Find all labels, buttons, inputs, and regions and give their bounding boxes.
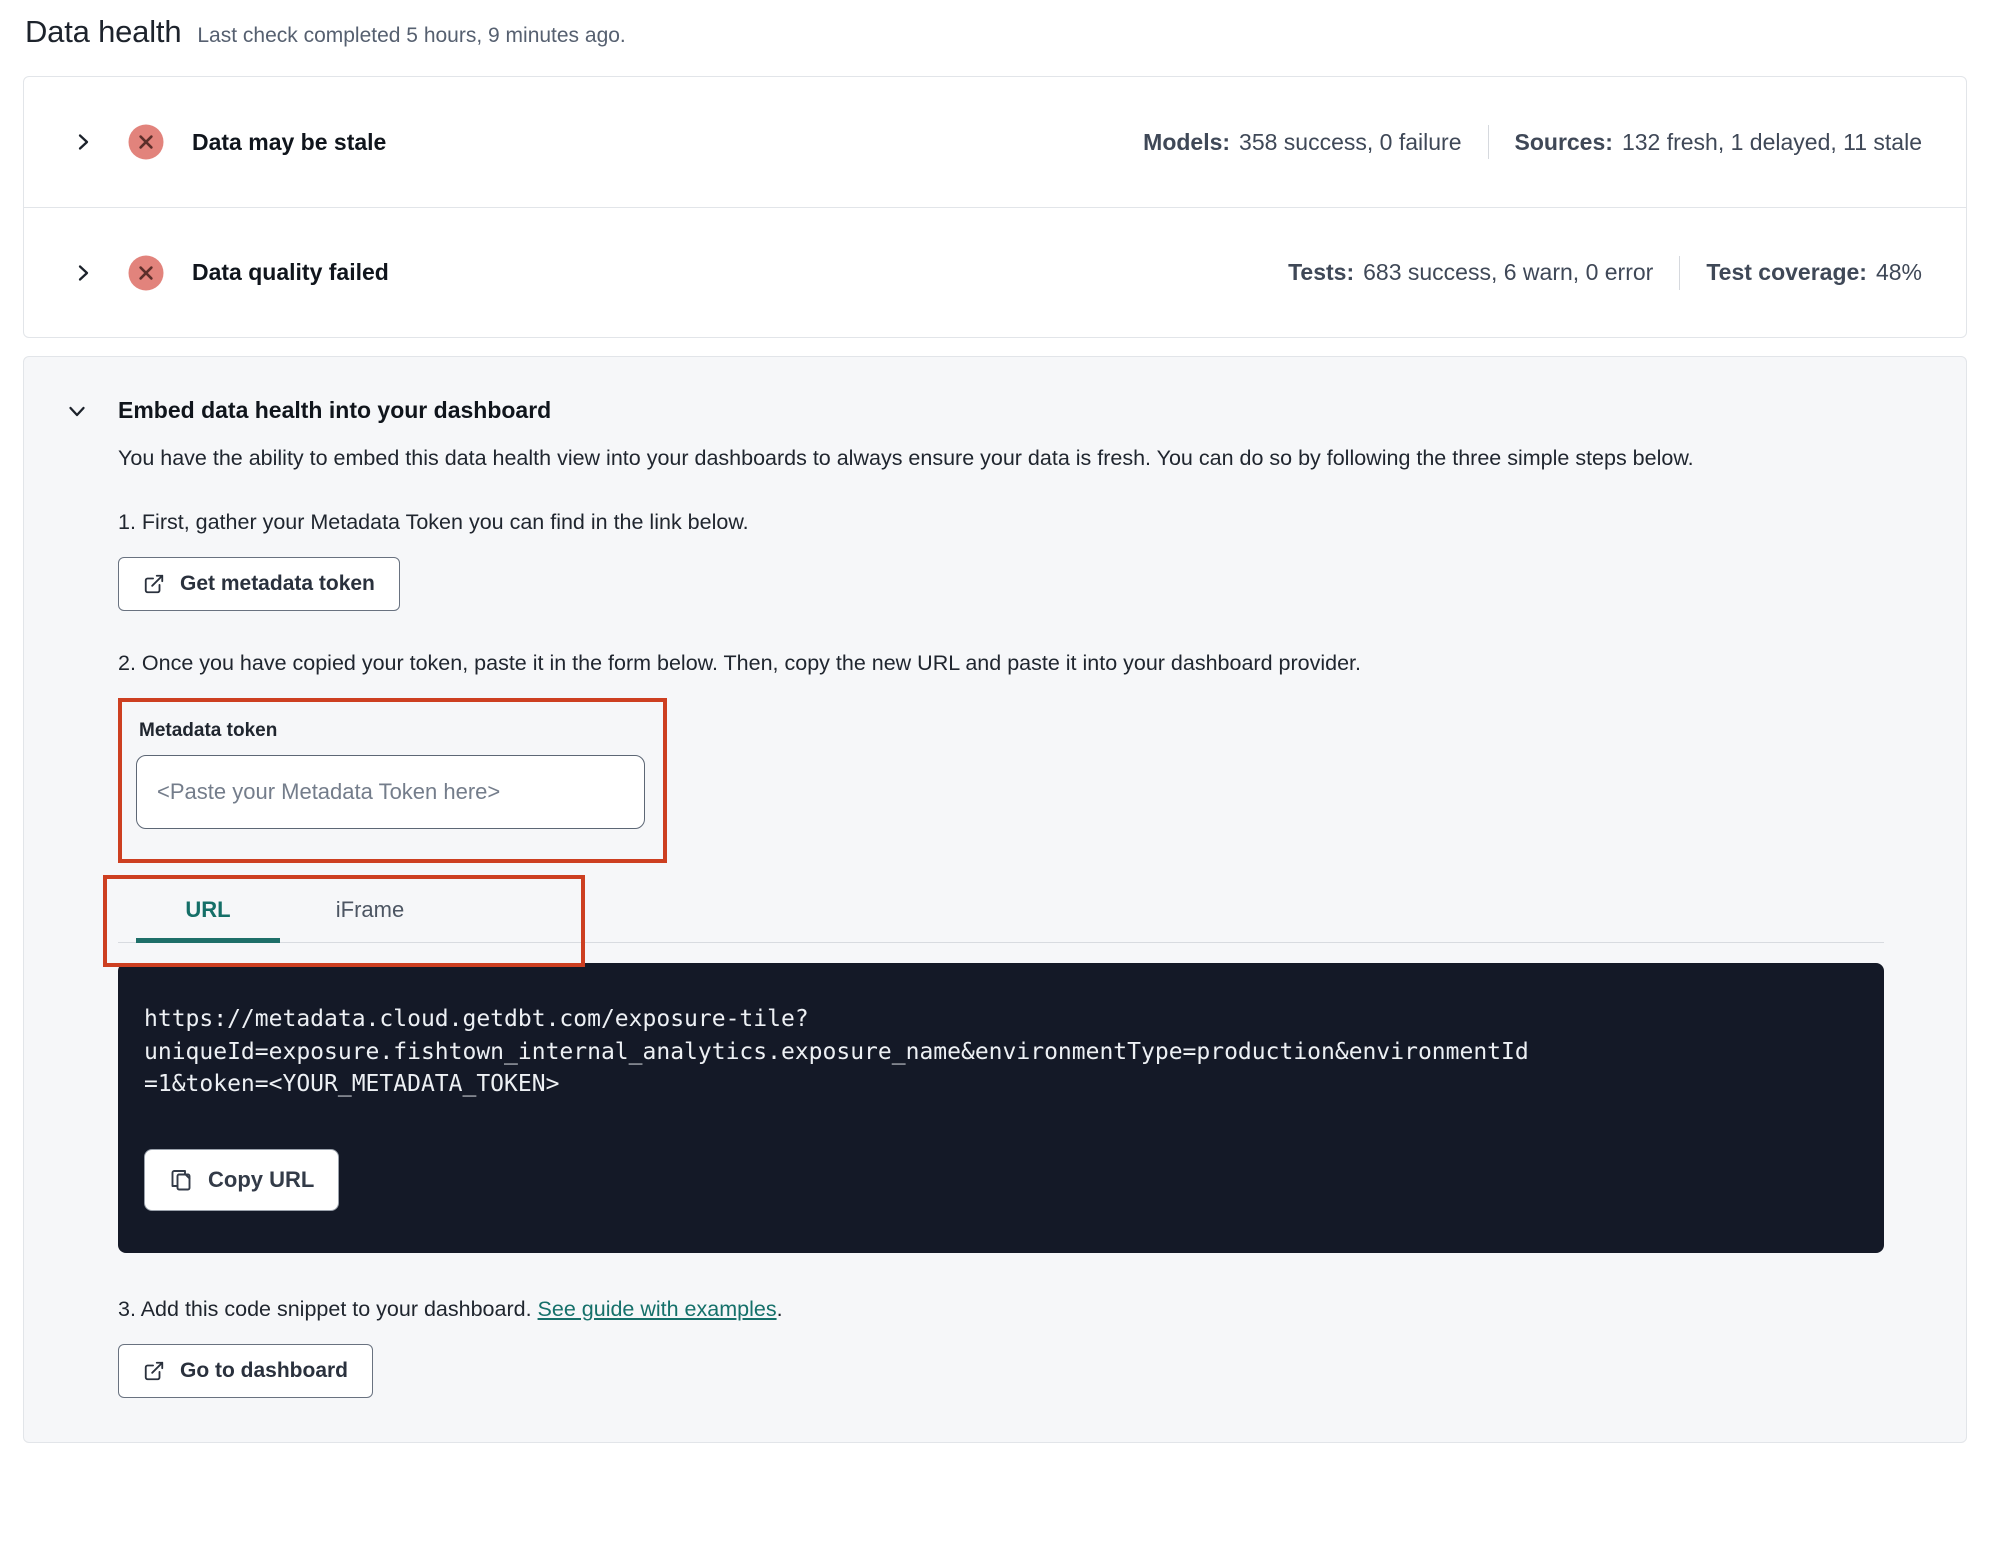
page-title: Data health [25, 14, 182, 49]
step3-text-before: 3. Add this code snippet to your dashboa… [118, 1296, 538, 1321]
tab-iframe[interactable]: iFrame [298, 891, 442, 942]
stat-value: 48% [1875, 259, 1922, 285]
stat-label: Sources: [1514, 128, 1613, 155]
status-row-quality[interactable]: Data quality failed Tests: 683 success, … [24, 207, 1966, 337]
embed-url-code-block: https://metadata.cloud.getdbt.com/exposu… [118, 963, 1884, 1253]
embed-section-title: Embed data health into your dashboard [118, 397, 552, 423]
metadata-token-input[interactable] [136, 755, 645, 829]
step2-text: 2. Once you have copied your token, past… [118, 651, 1361, 675]
status-row-stats: Tests: 683 success, 6 warn, 0 error Test… [1288, 255, 1922, 290]
error-status-icon [128, 124, 164, 160]
output-format-tabs-wrap: URL iFrame [103, 875, 1884, 967]
embed-section: Embed data health into your dashboard Yo… [23, 356, 1967, 1443]
data-health-page: Data health Last check completed 5 hours… [0, 0, 1990, 1443]
button-label: Copy URL [208, 1166, 315, 1192]
last-check-text: Last check completed 5 hours, 9 minutes … [197, 24, 626, 47]
page-header: Data health Last check completed 5 hours… [23, 14, 1967, 50]
status-card: Data may be stale Models: 358 success, 0… [23, 76, 1967, 338]
metadata-token-label: Metadata token [139, 720, 278, 741]
stat-divider [1487, 125, 1489, 159]
status-row-stats: Models: 358 success, 0 failure Sources: … [1143, 125, 1922, 159]
button-label: Get metadata token [180, 572, 375, 595]
embed-section-header[interactable]: Embed data health into your dashboard [66, 397, 1884, 424]
step1-text: 1. First, gather your Metadata Token you… [118, 510, 749, 534]
status-row-title: Data quality failed [192, 259, 389, 285]
stat-value: 132 fresh, 1 delayed, 11 stale [1621, 128, 1922, 155]
copy-url-button[interactable]: Copy URL [144, 1148, 340, 1211]
embed-url-text: uniqueId=exposure.fishtown_internal_anal… [144, 1038, 1529, 1065]
embed-url-text: =1&token=<YOUR_METADATA_TOKEN> [144, 1071, 560, 1097]
stat-label: Models: [1143, 128, 1231, 155]
chevron-right-icon[interactable] [72, 262, 94, 284]
go-to-dashboard-button[interactable]: Go to dashboard [118, 1343, 373, 1398]
stat-value: 683 success, 6 warn, 0 error [1363, 259, 1654, 285]
stat-value: 358 success, 0 failure [1239, 128, 1462, 155]
stat-label: Test coverage: [1706, 259, 1867, 285]
get-metadata-token-button[interactable]: Get metadata token [118, 557, 400, 611]
error-status-icon [128, 255, 164, 291]
stat-divider [1679, 255, 1681, 290]
chevron-down-icon[interactable] [66, 400, 88, 422]
external-link-icon [143, 573, 165, 595]
copy-icon [169, 1168, 193, 1192]
stat-label: Tests: [1288, 259, 1355, 285]
chevron-right-icon[interactable] [72, 131, 94, 153]
embed-url-text: https://metadata.cloud.getdbt.com/exposu… [144, 1006, 809, 1032]
step3-text-after: . [776, 1296, 783, 1321]
step3-text: 3. Add this code snippet to your dashboa… [118, 1297, 1884, 1322]
button-label: Go to dashboard [180, 1358, 348, 1382]
external-link-icon [143, 1360, 165, 1382]
annotation-box-token: Metadata token [118, 698, 667, 863]
status-row-stale[interactable]: Data may be stale Models: 358 success, 0… [24, 77, 1966, 207]
see-guide-link[interactable]: See guide with examples [538, 1297, 777, 1321]
status-row-title: Data may be stale [192, 128, 387, 155]
embed-description: You have the ability to embed this data … [118, 446, 1694, 470]
output-format-tabs: URL iFrame [118, 891, 1884, 943]
tab-url[interactable]: URL [136, 891, 280, 943]
